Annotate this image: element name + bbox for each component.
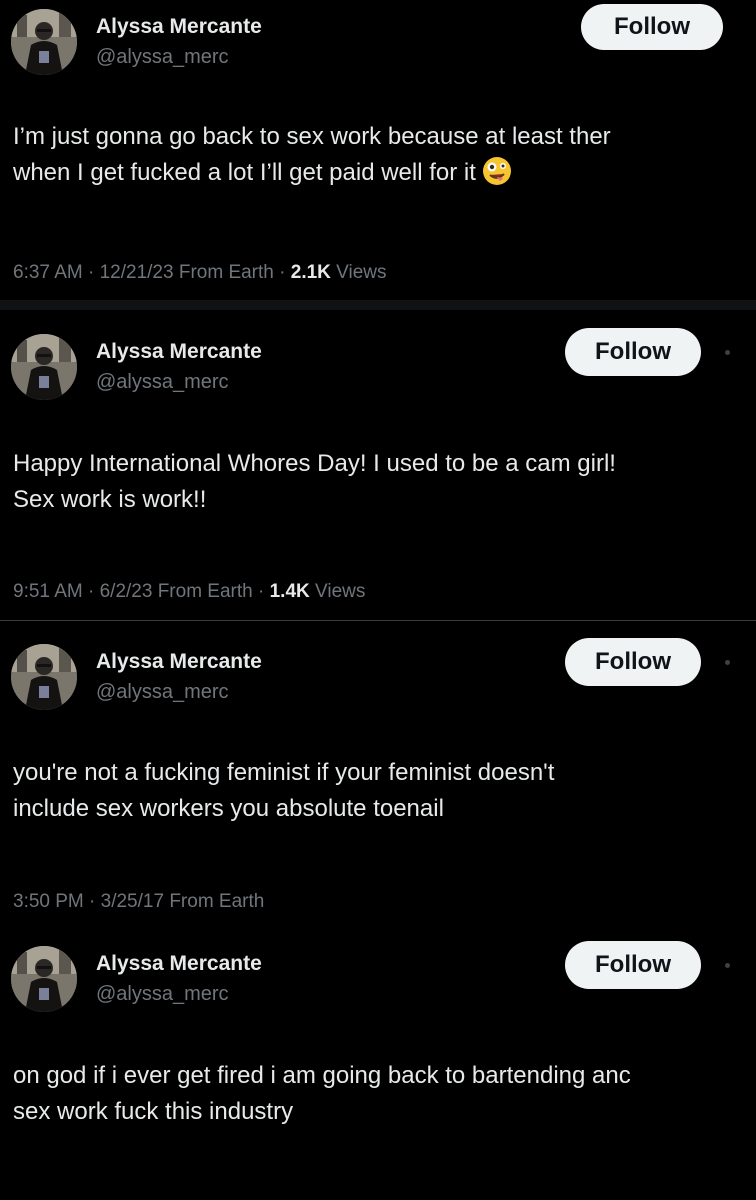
zany-face-icon xyxy=(482,156,512,186)
tweet-text-line: on god if i ever get fired i am going ba… xyxy=(13,1062,631,1089)
tweet-meta: 9:51 AM · 6/2/23 From Earth · 1.4K Views xyxy=(13,581,365,603)
tweet-meta: 3:50 PM · 3/25/17 From Earth xyxy=(13,891,264,913)
view-count: 1.4K xyxy=(269,581,310,602)
user-handle[interactable]: @alyssa_merc xyxy=(96,983,229,1006)
view-count: 2.1K xyxy=(290,262,331,283)
timestamp[interactable]: 3:50 PM · 3/25/17 From Earth xyxy=(13,891,264,912)
avatar[interactable] xyxy=(11,644,77,710)
follow-button[interactable]: Follow xyxy=(565,941,701,989)
display-name[interactable]: Alyssa Mercante xyxy=(96,340,262,364)
divider xyxy=(0,300,756,310)
more-options-icon[interactable] xyxy=(725,963,730,968)
display-name[interactable]: Alyssa Mercante xyxy=(96,952,262,976)
timestamp[interactable]: 9:51 AM · 6/2/23 From Earth · xyxy=(13,581,270,602)
avatar[interactable] xyxy=(11,334,77,400)
timestamp[interactable]: 6:37 AM · 12/21/23 From Earth · xyxy=(13,262,291,283)
tweet-text-line: I’m just gonna go back to sex work becau… xyxy=(13,123,611,150)
tweet-text: Happy International Whores Day! I used t… xyxy=(13,446,616,518)
views-label: Views xyxy=(336,262,387,283)
views-label: Views xyxy=(315,581,366,602)
user-handle[interactable]: @alyssa_merc xyxy=(96,371,229,394)
follow-button[interactable]: Follow xyxy=(581,4,723,50)
user-handle[interactable]: @alyssa_merc xyxy=(96,46,229,69)
tweet-text: on god if i ever get fired i am going ba… xyxy=(13,1058,631,1130)
tweet-4: Alyssa Mercante @alyssa_merc Follow on g… xyxy=(0,931,756,1200)
display-name[interactable]: Alyssa Mercante xyxy=(96,650,262,674)
tweet-text-line: sex work fuck this industry xyxy=(13,1098,294,1125)
tweet-text-line: Happy International Whores Day! I used t… xyxy=(13,450,616,477)
tweet-1: Alyssa Mercante @alyssa_merc Follow I’m … xyxy=(0,0,756,300)
tweet-text-line: when I get fucked a lot I’ll get paid we… xyxy=(13,155,611,191)
tweet-text-line: you're not a fucking feminist if your fe… xyxy=(13,759,555,786)
tweet-text: I’m just gonna go back to sex work becau… xyxy=(13,119,611,191)
more-options-icon[interactable] xyxy=(725,350,730,355)
more-options-icon[interactable] xyxy=(725,660,730,665)
user-handle[interactable]: @alyssa_merc xyxy=(96,681,229,704)
tweet-3: Alyssa Mercante @alyssa_merc Follow you'… xyxy=(0,621,756,931)
follow-button[interactable]: Follow xyxy=(565,638,701,686)
follow-button[interactable]: Follow xyxy=(565,328,701,376)
tweet-text-line: Sex work is work!! xyxy=(13,486,207,513)
display-name[interactable]: Alyssa Mercante xyxy=(96,15,262,39)
tweet-text-line: include sex workers you absolute toenail xyxy=(13,795,444,822)
avatar[interactable] xyxy=(11,9,77,75)
avatar[interactable] xyxy=(11,946,77,1012)
tweet-meta: 6:37 AM · 12/21/23 From Earth · 2.1K Vie… xyxy=(13,262,387,284)
tweet-2: Alyssa Mercante @alyssa_merc Follow Happ… xyxy=(0,310,756,620)
tweet-text: you're not a fucking feminist if your fe… xyxy=(13,755,554,827)
